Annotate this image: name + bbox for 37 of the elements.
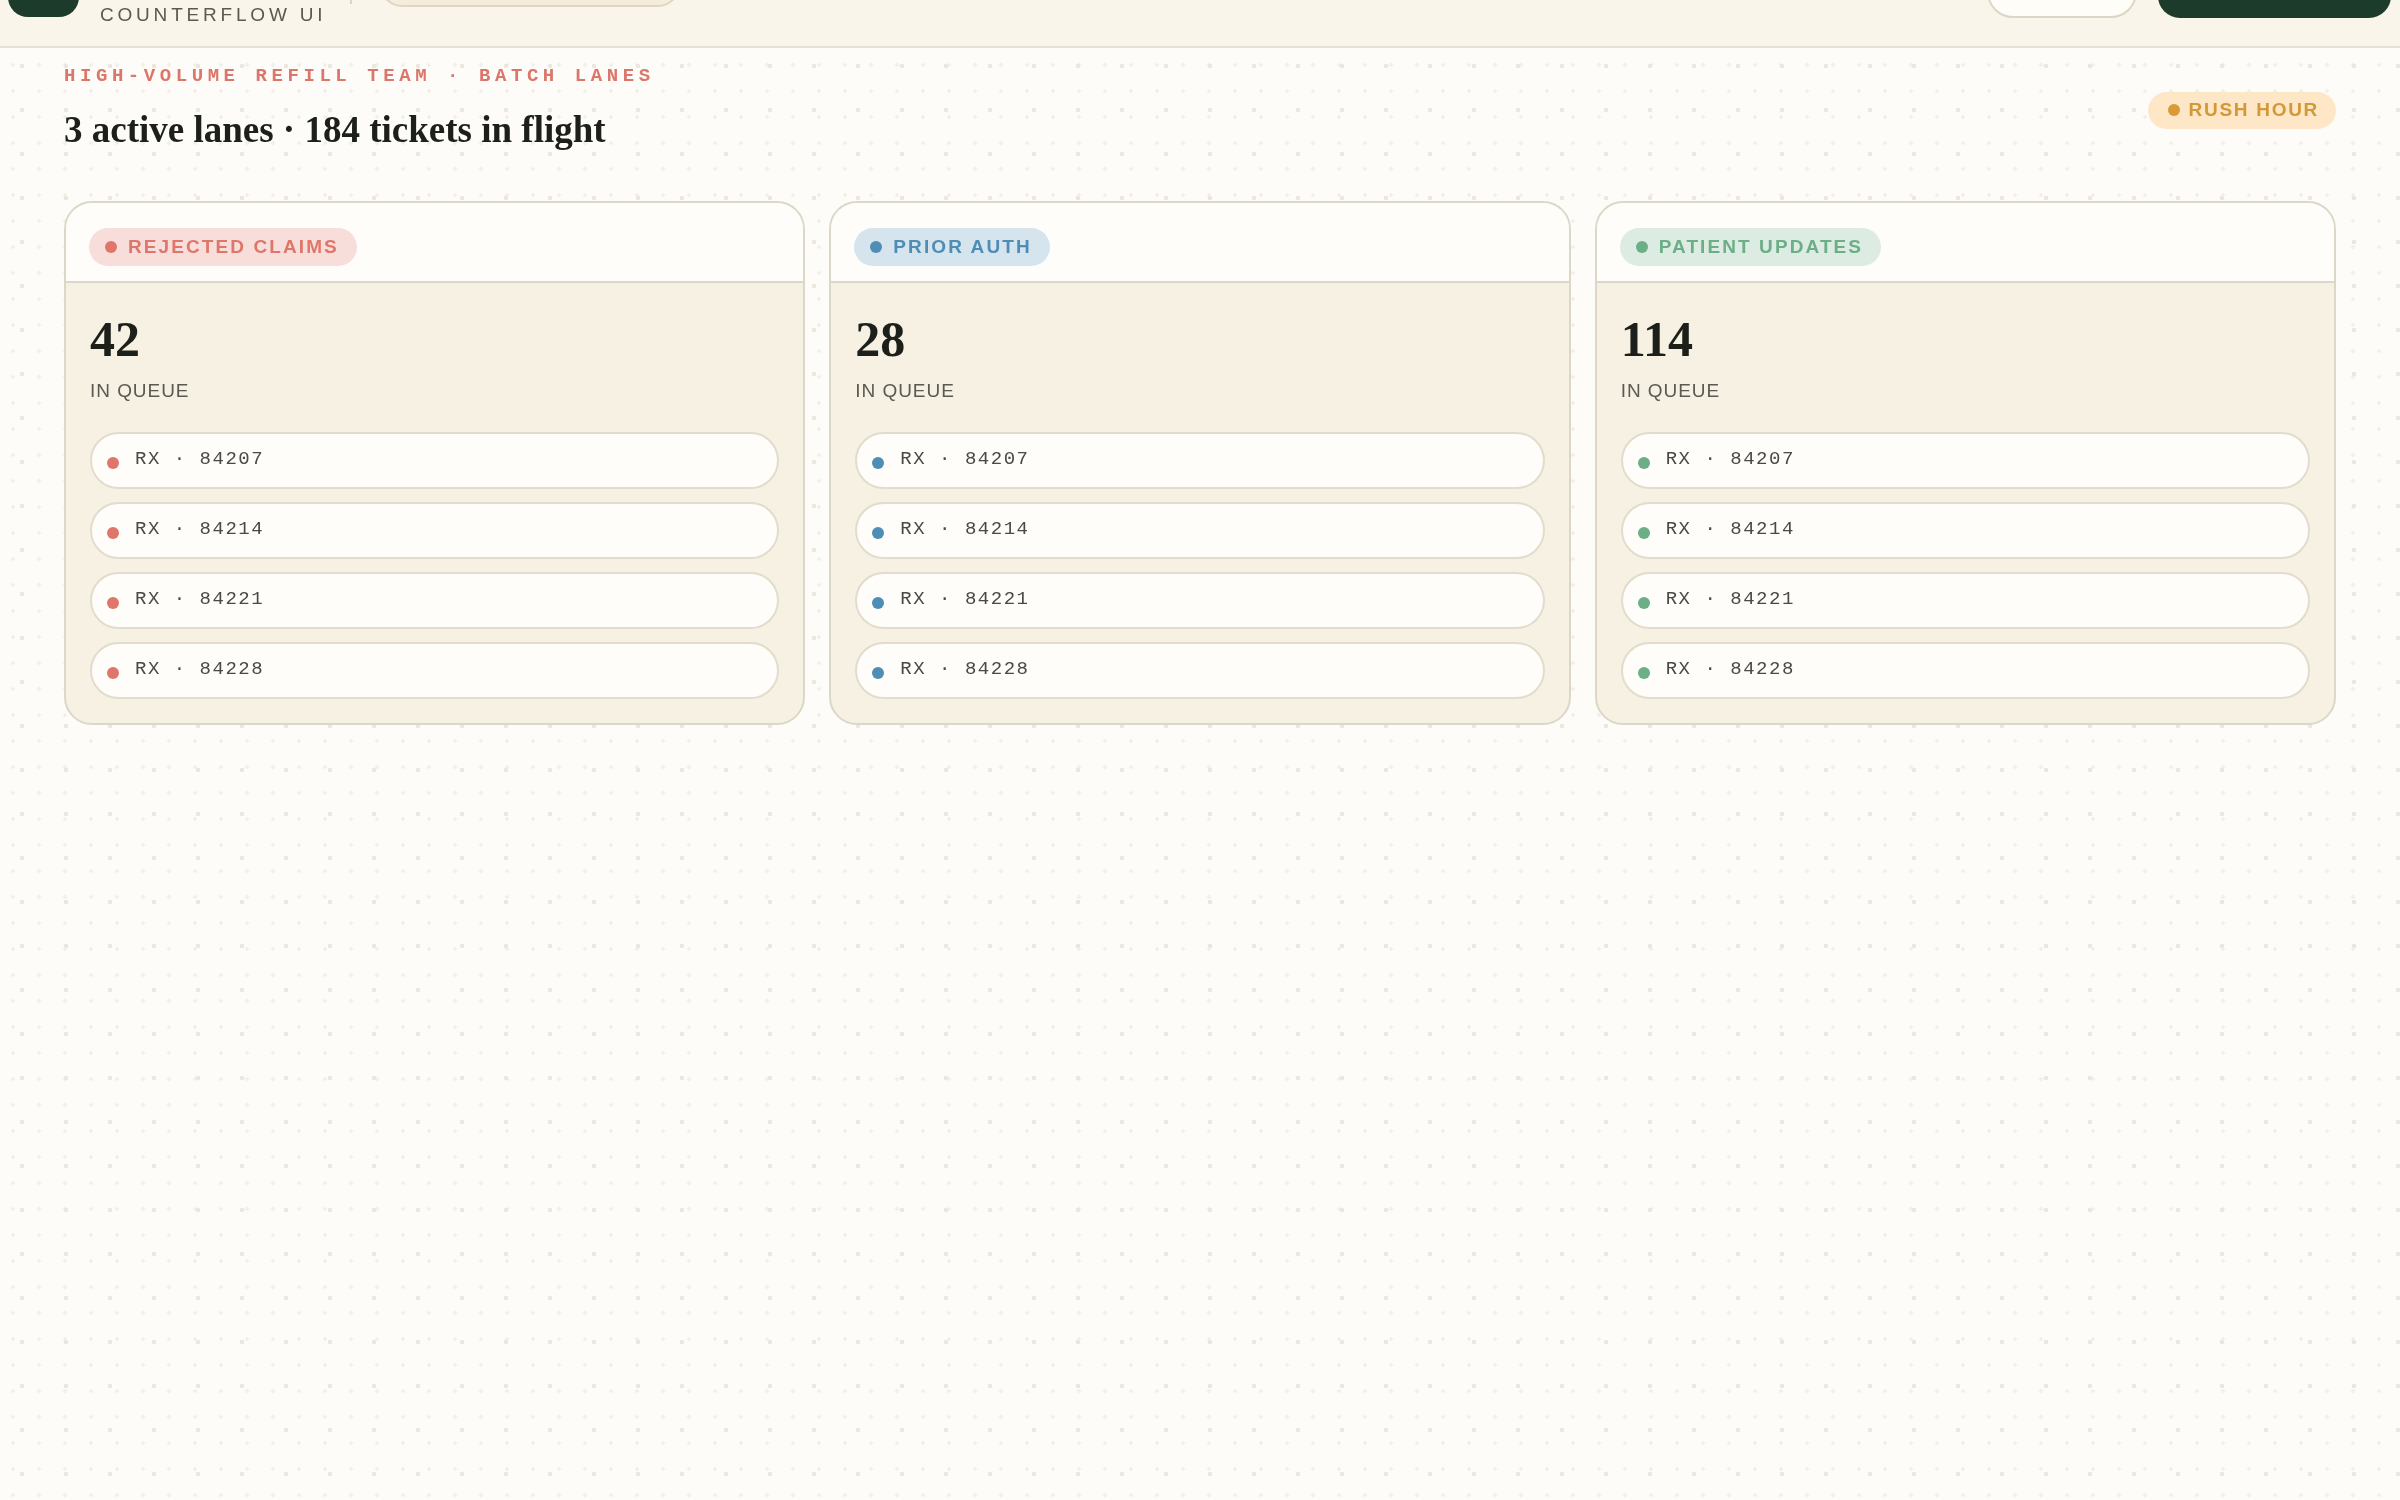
status-label: RUSH HOUR [2188,97,2319,122]
queue-label: IN QUEUE [1620,380,1721,404]
ticket-row[interactable]: RX · 84207 [855,432,1545,490]
ticket-row[interactable]: RX · 84207 [90,432,780,490]
ticket-row[interactable]: RX · 84221 [1620,572,2310,630]
ticket-id: RX · 84221 [135,586,265,612]
queue-count: 42 [90,314,140,365]
ticket-row[interactable]: RX · 84221 [90,572,780,630]
lane-tag-label: PRIOR AUTH [893,235,1032,260]
ticket-id: RX · 84207 [1665,446,1795,472]
lane-tag-label: REJECTED CLAIMS [128,235,339,260]
ticket-id: RX · 84214 [135,516,265,542]
ticket-row[interactable]: RX · 84207 [1620,432,2310,490]
ticket-id: RX · 84228 [900,656,1030,682]
ticket-id: RX · 84228 [135,656,265,682]
brand-subtitle: COUNTERFLOW UI [100,4,327,27]
ticket-row[interactable]: RX · 84228 [90,642,780,700]
ticket-id: RX · 84214 [1665,516,1795,542]
ticket-id: RX · 84221 [900,586,1030,612]
ticket-id: RX · 84214 [900,516,1030,542]
queue-label: IN QUEUE [90,380,190,404]
page-title: 3 active lanes · 184 tickets in flight [64,108,607,152]
queue-count: 28 [855,314,906,365]
ticket-row[interactable]: RX · 84214 [855,502,1545,560]
ticket-row[interactable]: RX · 84214 [1620,502,2310,560]
ticket-row[interactable]: RX · 84228 [1620,642,2310,700]
ticket-id: RX · 84228 [1665,656,1795,682]
queue-label: IN QUEUE [855,380,955,404]
ticket-id: RX · 84221 [1665,586,1795,612]
ticket-row[interactable]: RX · 84228 [855,642,1545,700]
ticket-row[interactable]: RX · 84214 [90,502,780,560]
section-eyebrow: HIGH-VOLUME REFILL TEAM · BATCH LANES [64,65,655,88]
ticket-id: RX · 84207 [900,446,1030,472]
queue-count: 114 [1620,314,1693,365]
ticket-row[interactable]: RX · 84221 [855,572,1545,630]
lane-tag-label: PATIENT UPDATES [1658,235,1864,260]
ticket-id: RX · 84207 [135,446,265,472]
